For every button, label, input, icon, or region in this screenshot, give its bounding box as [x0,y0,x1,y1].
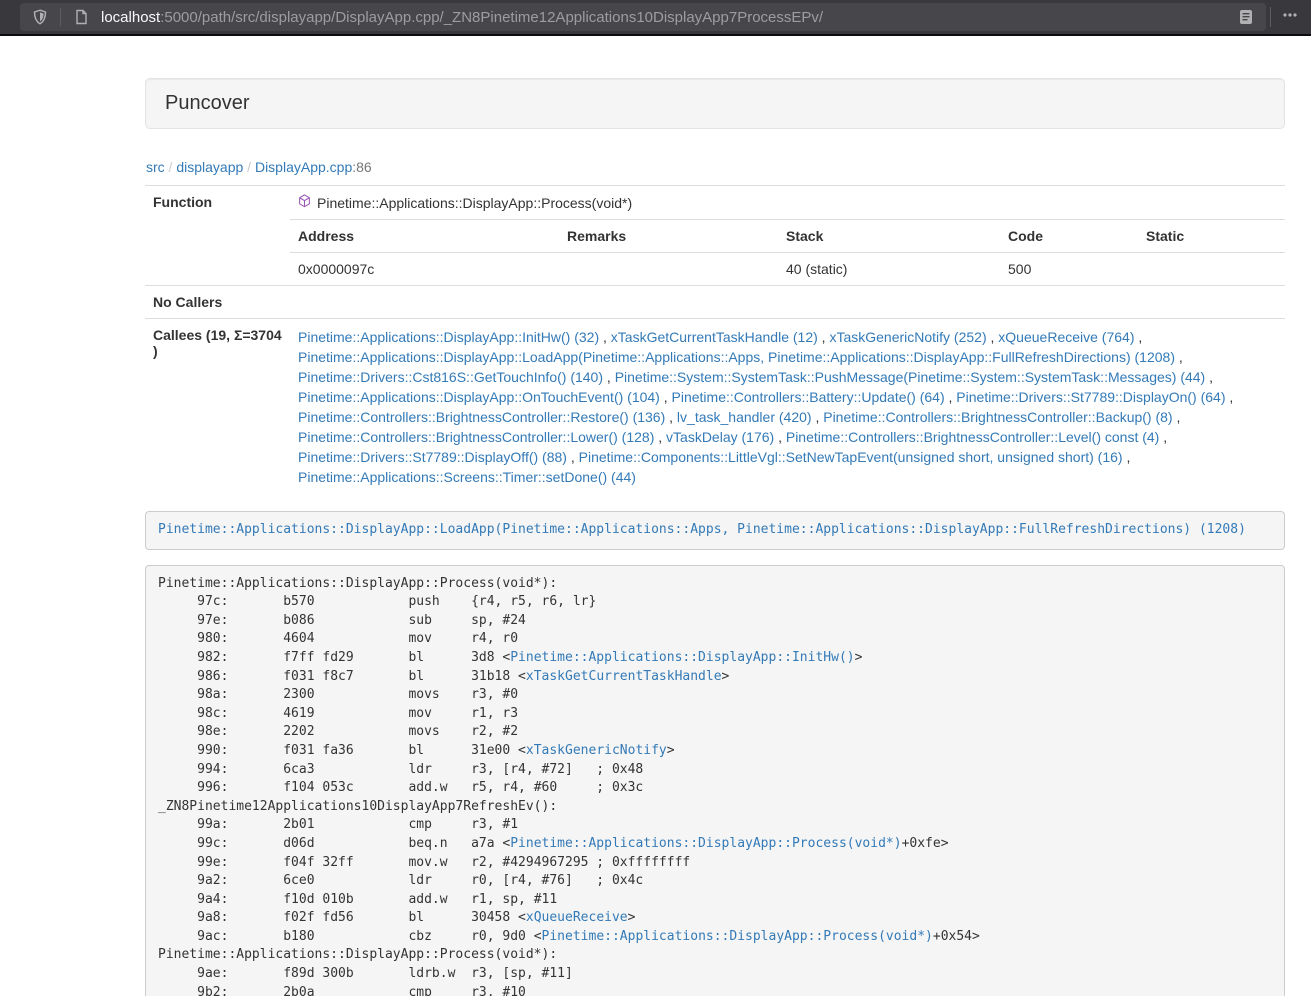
highlighted-symbol-link[interactable]: Pinetime::Applications::DisplayApp::Load… [158,522,1246,537]
column-header: Stack [778,220,1000,253]
detail-cell [559,253,778,286]
breadcrumb-link[interactable]: DisplayApp.cpp [255,159,352,175]
function-row: Function Pinetime::Applications::Display… [145,186,1285,220]
callee-link[interactable]: Pinetime::Components::LittleVgl::SetNewT… [579,449,1123,465]
details-data-row: 0x0000097c 40 (static)500 [290,253,1285,286]
breadcrumb-separator: / [165,159,177,175]
callee-link[interactable]: Pinetime::Controllers::BrightnessControl… [298,429,654,445]
callee-link[interactable]: lv_task_handler (420) [677,409,812,425]
callee-link[interactable]: Pinetime::Drivers::St7789::DisplayOff() … [298,449,567,465]
breadcrumb-link[interactable]: src [146,159,165,175]
url-text[interactable]: localhost:5000/path/src/displayapp/Displ… [101,9,1234,26]
callee-link[interactable]: Pinetime::Applications::DisplayApp::Init… [298,329,599,345]
callee-separator: , [1173,409,1181,425]
breadcrumb-line-number: :86 [352,159,371,175]
shield-icon[interactable] [28,5,52,29]
more-icon[interactable] [1275,7,1305,27]
callee-separator: , [945,389,957,405]
symbol-table: Function Pinetime::Applications::Display… [145,185,1285,496]
asm-symbol-link[interactable]: Pinetime::Applications::DisplayApp::Init… [510,650,854,665]
reader-mode-icon[interactable] [1234,5,1258,29]
assembly-listing: Pinetime::Applications::DisplayApp::Proc… [145,565,1285,996]
breadcrumb: src / displayapp / DisplayApp.cpp:86 [146,159,1285,175]
detail-cell: 500 [1000,253,1138,286]
column-header: Address [290,220,559,253]
callers-label: No Callers [145,286,290,319]
url-bar[interactable]: localhost:5000/path/src/displayapp/Displ… [20,3,1266,31]
callee-link[interactable]: xTaskGetCurrentTaskHandle (12) [611,329,818,345]
app-header-panel: Puncover [145,78,1285,129]
callees-label: Callees (19, Σ=3704 ) [145,319,290,497]
page-icon[interactable] [69,5,93,29]
callee-link[interactable]: Pinetime::Applications::DisplayApp::OnTo… [298,389,660,405]
asm-symbol-link[interactable]: xTaskGenericNotify [526,743,667,758]
asm-symbol-link[interactable]: xTaskGetCurrentTaskHandle [526,669,722,684]
column-header: Code [1000,220,1138,253]
callee-link[interactable]: xTaskGenericNotify (252) [829,329,986,345]
browser-toolbar: localhost:5000/path/src/displayapp/Displ… [0,0,1311,36]
asm-symbol-link[interactable]: xQueueReceive [526,910,628,925]
callee-separator: , [774,429,786,445]
callee-link[interactable]: Pinetime::Controllers::BrightnessControl… [823,409,1172,425]
detail-cell: 40 (static) [778,253,1000,286]
detail-cell: 0x0000097c [290,253,559,286]
callees-list: Pinetime::Applications::DisplayApp::Init… [290,319,1285,497]
assembly-code: Pinetime::Applications::DisplayApp::Proc… [158,576,980,996]
toolbar-divider [1270,7,1271,27]
callee-link[interactable]: vTaskDelay (176) [666,429,774,445]
content-container: Puncover src / displayapp / DisplayApp.c… [145,36,1285,996]
callee-separator: , [812,409,824,425]
details-header-row: AddressRemarksStackCodeStatic [290,220,1285,253]
urlbar-divider [60,8,61,26]
callee-separator: , [1159,429,1167,445]
detail-cell [1138,253,1285,286]
callee-separator: , [1226,389,1234,405]
callee-link[interactable]: Pinetime::Applications::Screens::Timer::… [298,469,636,485]
asm-symbol-link[interactable]: Pinetime::Applications::DisplayApp::Proc… [542,929,933,944]
function-label: Function [145,186,290,220]
callee-separator: , [1134,329,1142,345]
details-row: AddressRemarksStackCodeStatic 0x0000097c… [145,220,1285,286]
url-host: localhost [101,9,160,26]
column-header: Static [1138,220,1285,253]
callee-separator: , [603,369,615,385]
callee-separator: , [1175,349,1183,365]
callee-separator: , [660,389,672,405]
callee-separator: , [599,329,611,345]
callee-separator: , [567,449,579,465]
callees-row: Callees (19, Σ=3704 ) Pinetime::Applicat… [145,319,1285,497]
highlighted-symbol-box: Pinetime::Applications::DisplayApp::Load… [145,511,1285,550]
callee-link[interactable]: xQueueReceive (764) [998,329,1134,345]
callee-separator: , [1205,369,1213,385]
breadcrumb-separator: / [243,159,255,175]
callee-separator: , [818,329,830,345]
breadcrumb-link[interactable]: displayapp [176,159,243,175]
url-path: :5000/path/src/displayapp/DisplayApp.cpp… [160,9,823,26]
callee-link[interactable]: Pinetime::Controllers::Battery::Update()… [672,389,945,405]
callee-link[interactable]: Pinetime::Applications::DisplayApp::Load… [298,349,1175,365]
page-body: Puncover src / displayapp / DisplayApp.c… [0,36,1311,996]
callee-link[interactable]: Pinetime::System::SystemTask::PushMessag… [615,369,1206,385]
callee-separator: , [654,429,666,445]
callee-link[interactable]: Pinetime::Drivers::Cst816S::GetTouchInfo… [298,369,603,385]
callee-separator: , [1123,449,1131,465]
column-header: Remarks [559,220,778,253]
symbol-cube-icon [298,194,311,211]
page-title: Puncover [165,92,1265,115]
callee-link[interactable]: Pinetime::Controllers::BrightnessControl… [786,429,1159,445]
callee-separator: , [665,409,677,425]
callers-row: No Callers [145,286,1285,319]
function-symbol-name: Pinetime::Applications::DisplayApp::Proc… [317,195,632,211]
callee-link[interactable]: Pinetime::Drivers::St7789::DisplayOn() (… [956,389,1225,405]
callee-separator: , [987,329,999,345]
callee-link[interactable]: Pinetime::Controllers::BrightnessControl… [298,409,665,425]
details-table: AddressRemarksStackCodeStatic 0x0000097c… [290,220,1285,285]
asm-symbol-link[interactable]: Pinetime::Applications::DisplayApp::Proc… [510,836,901,851]
